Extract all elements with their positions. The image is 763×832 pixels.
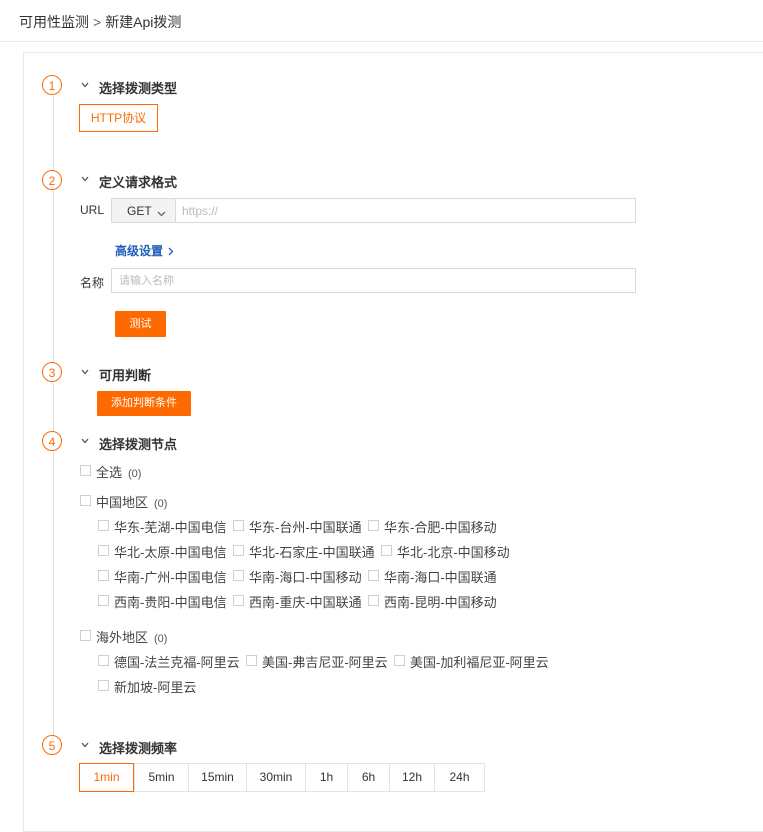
http-protocol-button[interactable]: HTTP协议: [79, 104, 158, 132]
step-number-4: 4: [42, 431, 62, 451]
name-label: 名称: [80, 276, 105, 290]
node-checkbox[interactable]: [233, 520, 244, 531]
node-label[interactable]: 新加坡-阿里云: [114, 677, 196, 696]
select-all-label[interactable]: 全选 (0): [96, 462, 141, 481]
node-checkbox[interactable]: [233, 570, 244, 581]
chevron-down-icon[interactable]: [81, 742, 89, 749]
frequency-option-5min[interactable]: 5min: [134, 764, 188, 791]
node-label[interactable]: 华东-台州-中国联通: [249, 517, 362, 536]
url-input[interactable]: [178, 199, 641, 222]
frequency-option-12h[interactable]: 12h: [389, 764, 434, 791]
advanced-settings-link[interactable]: 高级设置: [115, 242, 163, 259]
chevron-down-icon: [157, 206, 166, 220]
node-checkbox[interactable]: [98, 595, 109, 606]
step-title-nodes: 选择拨测节点: [99, 437, 178, 452]
name-input[interactable]: [111, 268, 636, 293]
node-label[interactable]: 华北-北京-中国移动: [397, 542, 510, 561]
frequency-option-1min[interactable]: 1min: [79, 763, 134, 792]
step-title-type: 选择拨测类型: [99, 81, 178, 96]
node-label[interactable]: 华南-海口-中国联通: [384, 567, 497, 586]
node-label[interactable]: 华南-海口-中国移动: [249, 567, 362, 586]
node-checkbox[interactable]: [233, 545, 244, 556]
node-label[interactable]: 美国-弗吉尼亚-阿里云: [262, 652, 388, 671]
node-checkbox[interactable]: [98, 545, 109, 556]
node-checkbox[interactable]: [368, 595, 379, 606]
test-button[interactable]: 测试: [115, 311, 166, 337]
breadcrumb-parent-link[interactable]: 可用性监测: [19, 14, 89, 30]
node-label[interactable]: 华南-广州-中国电信: [114, 567, 227, 586]
breadcrumb: 可用性监测 > 新建Api拨测: [19, 12, 181, 32]
frequency-selector: 1min 5min 15min 30min 1h 6h 12h 24h: [79, 763, 485, 792]
step-number-3: 3: [42, 362, 62, 382]
chevron-down-icon[interactable]: [81, 82, 89, 89]
method-value: GET: [127, 204, 152, 218]
add-condition-button[interactable]: 添加判断条件: [97, 391, 191, 416]
node-checkbox[interactable]: [368, 520, 379, 531]
node-label[interactable]: 华东-芜湖-中国电信: [114, 517, 227, 536]
step-number-5: 5: [42, 735, 62, 755]
node-label[interactable]: 华东-合肥-中国移动: [384, 517, 497, 536]
step-number-1: 1: [42, 75, 62, 95]
frequency-option-1h[interactable]: 1h: [305, 764, 347, 791]
node-checkbox[interactable]: [381, 545, 392, 556]
chevron-right-icon[interactable]: [168, 245, 174, 259]
frequency-option-15min[interactable]: 15min: [188, 764, 246, 791]
china-region-checkbox[interactable]: [80, 495, 91, 506]
chevron-down-icon[interactable]: [81, 369, 89, 376]
step-connector: [53, 383, 54, 431]
node-label[interactable]: 德国-法兰克福-阿里云: [114, 652, 240, 671]
frequency-option-6h[interactable]: 6h: [347, 764, 389, 791]
overseas-region-checkbox[interactable]: [80, 630, 91, 641]
step-title-request: 定义请求格式: [99, 175, 178, 190]
node-label[interactable]: 美国-加利福尼亚-阿里云: [410, 652, 549, 671]
chevron-down-icon[interactable]: [81, 438, 89, 445]
node-checkbox[interactable]: [98, 570, 109, 581]
frequency-option-30min[interactable]: 30min: [246, 764, 305, 791]
node-checkbox[interactable]: [98, 680, 109, 691]
china-region-label[interactable]: 中国地区 (0): [96, 492, 167, 511]
breadcrumb-current: 新建Api拨测: [105, 14, 182, 30]
step-title-frequency: 选择拨测频率: [99, 741, 178, 756]
node-checkbox[interactable]: [394, 655, 405, 666]
node-checkbox[interactable]: [233, 595, 244, 606]
chevron-down-icon[interactable]: [81, 176, 89, 183]
node-checkbox[interactable]: [98, 655, 109, 666]
frequency-option-24h[interactable]: 24h: [434, 764, 484, 791]
node-checkbox[interactable]: [98, 520, 109, 531]
url-input-group: GET: [111, 198, 641, 223]
page-header: 可用性监测 > 新建Api拨测: [0, 0, 763, 42]
step-connector: [53, 190, 54, 362]
method-select[interactable]: GET: [112, 199, 176, 222]
breadcrumb-separator: >: [93, 14, 102, 30]
step-connector: [53, 451, 54, 735]
select-all-checkbox[interactable]: [80, 465, 91, 476]
url-label: URL: [80, 203, 105, 217]
node-label[interactable]: 西南-重庆-中国联通: [249, 592, 362, 611]
step-connector: [53, 96, 54, 174]
node-checkbox[interactable]: [246, 655, 257, 666]
node-label[interactable]: 西南-贵阳-中国电信: [114, 592, 227, 611]
node-checkbox[interactable]: [368, 570, 379, 581]
step-number-2: 2: [42, 170, 62, 190]
node-label[interactable]: 华北-石家庄-中国联通: [249, 542, 375, 561]
step-title-judge: 可用判断: [99, 368, 152, 383]
node-label[interactable]: 华北-太原-中国电信: [114, 542, 227, 561]
node-label[interactable]: 西南-昆明-中国移动: [384, 592, 497, 611]
overseas-region-label[interactable]: 海外地区 (0): [96, 627, 167, 646]
